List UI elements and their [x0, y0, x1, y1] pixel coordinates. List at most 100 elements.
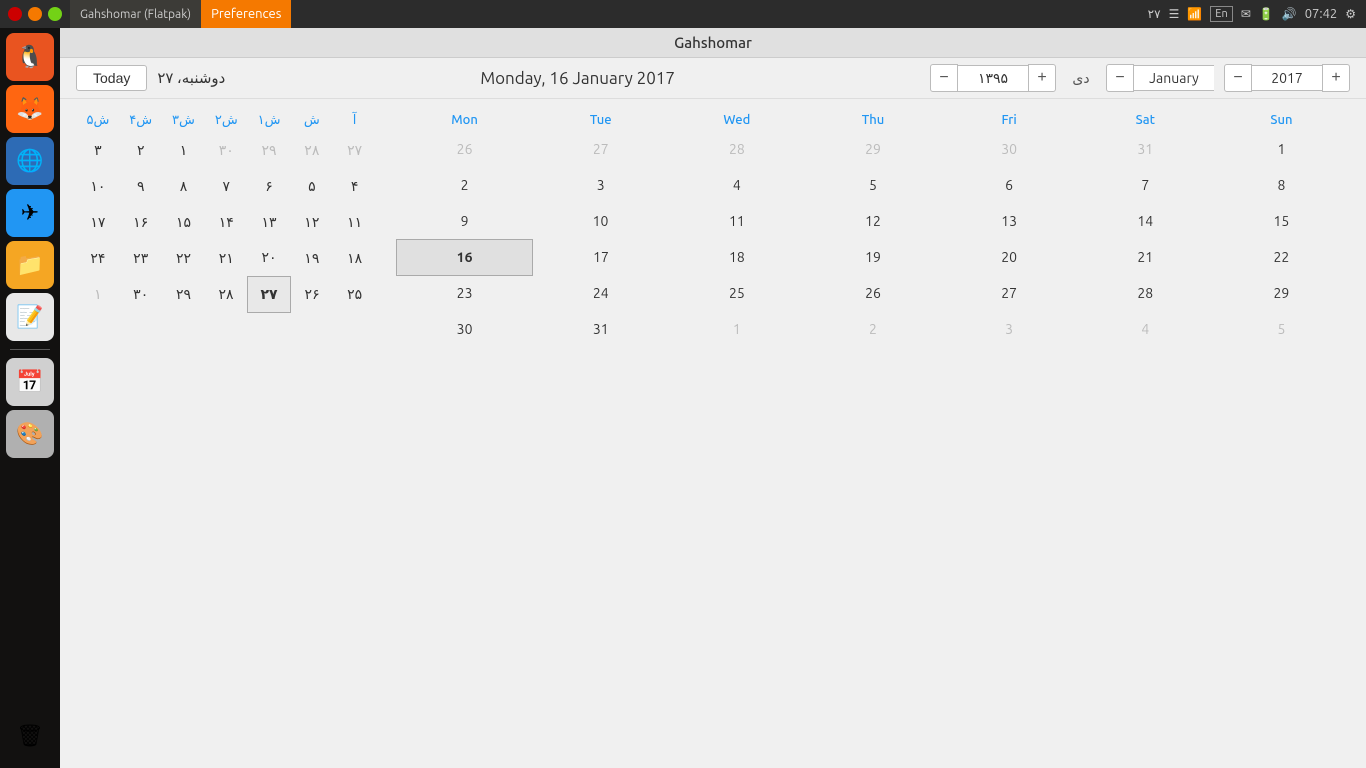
gregorian-day-cell[interactable]: 26 [805, 275, 941, 311]
persian-day-cell[interactable]: ۲۱ [205, 240, 248, 276]
persian-day-cell[interactable]: ۲۸ [290, 132, 333, 168]
gregorian-day-cell[interactable]: 10 [533, 203, 669, 239]
gregorian-day-cell[interactable]: 5 [1213, 311, 1349, 347]
gregorian-day-cell[interactable]: 1 [669, 311, 805, 347]
gregorian-day-cell[interactable]: 15 [1213, 203, 1349, 239]
gregorian-day-cell[interactable]: 11 [669, 203, 805, 239]
gregorian-day-cell[interactable]: 16 [397, 239, 533, 275]
gregorian-day-cell[interactable]: 2 [805, 311, 941, 347]
gregorian-day-cell[interactable]: 28 [669, 131, 805, 167]
gregorian-day-cell[interactable]: 12 [805, 203, 941, 239]
persian-day-cell[interactable]: ۱۸ [333, 240, 376, 276]
gregorian-day-cell[interactable]: 27 [941, 275, 1077, 311]
gregorian-prev-btn[interactable]: − [1106, 64, 1134, 92]
minimize-button[interactable] [28, 7, 42, 21]
persian-day-cell[interactable]: ۵ [290, 168, 333, 204]
gregorian-day-cell[interactable]: 23 [397, 275, 533, 311]
gregorian-day-cell[interactable]: 9 [397, 203, 533, 239]
persian-day-header: ش [290, 109, 333, 132]
gregorian-day-cell[interactable]: 2 [397, 167, 533, 203]
gregorian-day-cell[interactable]: 19 [805, 239, 941, 275]
gregorian-day-cell[interactable]: 30 [941, 131, 1077, 167]
persian-day-cell[interactable]: ۲ [119, 132, 162, 168]
gregorian-day-cell[interactable]: 3 [533, 167, 669, 203]
gregorian-day-cell[interactable]: 31 [1077, 131, 1213, 167]
gregorian-day-cell[interactable]: 3 [941, 311, 1077, 347]
persian-day-cell[interactable]: ۱۹ [290, 240, 333, 276]
persian-day-cell[interactable]: ۲۷ [333, 132, 376, 168]
gregorian-day-cell[interactable]: 4 [1077, 311, 1213, 347]
gregorian-day-cell[interactable]: 6 [941, 167, 1077, 203]
persian-day-cell[interactable]: ۱ [162, 132, 205, 168]
dock-icon-firefox[interactable]: 🦊 [6, 85, 54, 133]
persian-day-cell[interactable]: ۱۷ [77, 204, 120, 240]
dock-icon-capture[interactable]: 🎨 [6, 410, 54, 458]
persian-day-cell[interactable]: ۳۰ [205, 132, 248, 168]
persian-day-cell[interactable]: ۶ [248, 168, 291, 204]
gregorian-day-cell[interactable]: 21 [1077, 239, 1213, 275]
persian-day-cell[interactable]: ۱۲ [290, 204, 333, 240]
gregorian-day-cell[interactable]: 26 [397, 131, 533, 167]
gregorian-day-cell[interactable]: 7 [1077, 167, 1213, 203]
persian-day-cell[interactable]: ۷ [205, 168, 248, 204]
gregorian-day-cell[interactable]: 18 [669, 239, 805, 275]
gregorian-day-cell[interactable]: 4 [669, 167, 805, 203]
persian-day-cell[interactable]: ۲۷ [248, 276, 291, 312]
dock-icon-files[interactable]: 📁 [6, 241, 54, 289]
gregorian-day-cell[interactable]: 31 [533, 311, 669, 347]
dock-trash[interactable]: 🗑 [6, 712, 54, 760]
gregorian-day-cell[interactable]: 17 [533, 239, 669, 275]
gregorian-day-cell[interactable]: 30 [397, 311, 533, 347]
gregorian-day-cell[interactable]: 8 [1213, 167, 1349, 203]
persian-nav: − ۱۳۹۵ + [930, 64, 1056, 92]
persian-day-cell[interactable]: ۲۲ [162, 240, 205, 276]
dock-icon-calendar[interactable]: 📅 [6, 358, 54, 406]
persian-day-cell[interactable]: ۱۱ [333, 204, 376, 240]
gregorian-day-cell[interactable]: 5 [805, 167, 941, 203]
persian-day-cell[interactable]: ۲۰ [248, 240, 291, 276]
gregorian-year-next-btn[interactable]: + [1322, 64, 1350, 92]
gregorian-day-cell[interactable]: 27 [533, 131, 669, 167]
gregorian-day-cell[interactable]: 25 [669, 275, 805, 311]
persian-day-cell[interactable]: ۹ [119, 168, 162, 204]
persian-day-cell[interactable]: ۲۹ [248, 132, 291, 168]
gregorian-day-cell[interactable]: 28 [1077, 275, 1213, 311]
persian-day-cell[interactable]: ۲۵ [333, 276, 376, 312]
maximize-button[interactable] [48, 7, 62, 21]
app-window-title: Gahshomar [674, 34, 752, 51]
persian-day-cell[interactable]: ۲۹ [162, 276, 205, 312]
persian-day-cell[interactable]: ۳ [77, 132, 120, 168]
persian-day-cell[interactable]: ۱۴ [205, 204, 248, 240]
persian-day-cell[interactable]: ۱۳ [248, 204, 291, 240]
dock-icon-globe[interactable]: 🌐 [6, 137, 54, 185]
persian-day-cell[interactable]: ۲۶ [290, 276, 333, 312]
gregorian-day-cell[interactable]: 29 [1213, 275, 1349, 311]
persian-day-cell[interactable]: ۳۰ [119, 276, 162, 312]
today-button[interactable]: Today [76, 65, 147, 91]
persian-day-cell[interactable]: ۱۵ [162, 204, 205, 240]
gregorian-day-cell[interactable]: 24 [533, 275, 669, 311]
persian-day-cell[interactable]: ۱ [77, 276, 120, 312]
persian-day-cell[interactable]: ۸ [162, 168, 205, 204]
persian-day-cell[interactable]: ۲۴ [77, 240, 120, 276]
gregorian-day-cell[interactable]: 29 [805, 131, 941, 167]
dock-icon-telegram[interactable]: ✈ [6, 189, 54, 237]
close-button[interactable] [8, 7, 22, 21]
dock-icon-text[interactable]: 📝 [6, 293, 54, 341]
persian-day-cell[interactable]: ۱۶ [119, 204, 162, 240]
lang-label[interactable]: En [1210, 6, 1232, 22]
persian-next-btn[interactable]: + [1028, 64, 1056, 92]
persian-day-cell[interactable]: ۴ [333, 168, 376, 204]
persian-day-cell[interactable]: ۱۰ [77, 168, 120, 204]
persian-prev-btn[interactable]: − [930, 64, 958, 92]
persian-day-cell[interactable]: ۲۸ [205, 276, 248, 312]
gregorian-day-cell[interactable]: 1 [1213, 131, 1349, 167]
preferences-menu-item[interactable]: Preferences [201, 0, 291, 28]
persian-day-cell[interactable]: ۲۳ [119, 240, 162, 276]
gregorian-day-cell[interactable]: 22 [1213, 239, 1349, 275]
dock-icon-ubuntu[interactable]: 🐧 [6, 33, 54, 81]
gregorian-day-cell[interactable]: 14 [1077, 203, 1213, 239]
gregorian-day-cell[interactable]: 20 [941, 239, 1077, 275]
gregorian-year-prev-btn[interactable]: − [1224, 64, 1252, 92]
gregorian-day-cell[interactable]: 13 [941, 203, 1077, 239]
